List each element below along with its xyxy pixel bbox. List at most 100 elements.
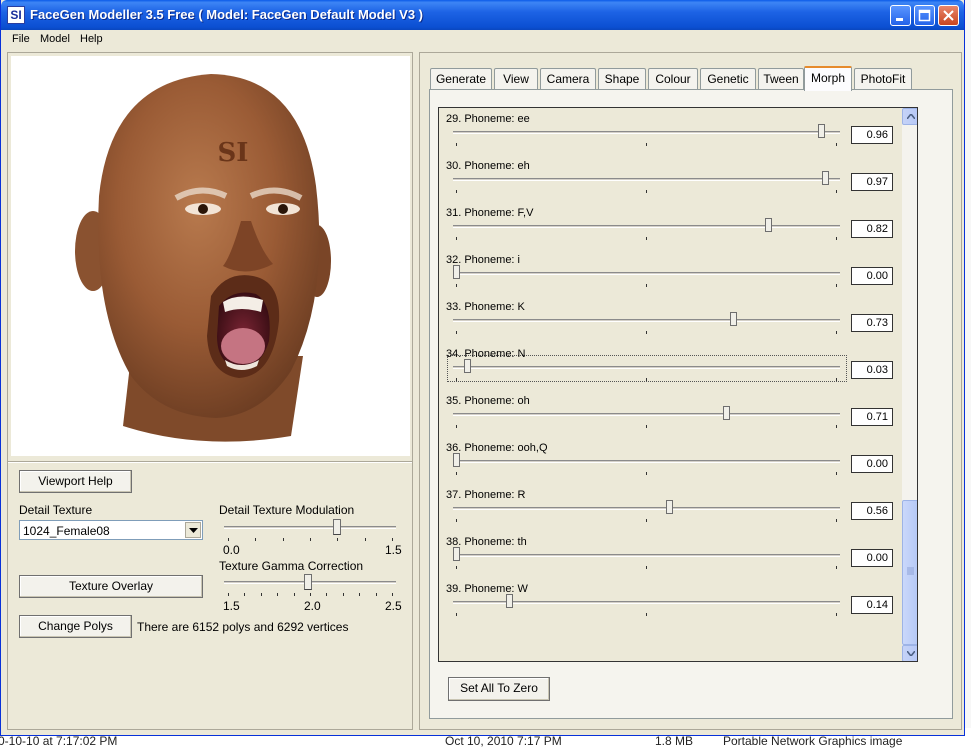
morph-slider-track[interactable] — [453, 178, 840, 181]
morph-label: 35. Phoneme: oh — [446, 395, 530, 407]
morph-slider-track[interactable] — [453, 225, 840, 228]
morph-slider-track[interactable] — [453, 460, 840, 463]
minimize-button[interactable] — [890, 5, 911, 26]
slider-tick — [836, 613, 837, 616]
maximize-button[interactable] — [914, 5, 935, 26]
morph-slider-thumb[interactable] — [453, 265, 460, 279]
minimize-icon — [896, 18, 903, 21]
morph-slider-thumb[interactable] — [730, 312, 738, 326]
panel-separator — [8, 461, 412, 463]
slider-tick — [456, 284, 457, 287]
morph-slider-thumb[interactable] — [464, 359, 472, 373]
tab-view[interactable]: View — [494, 68, 538, 90]
morph-slider-thumb[interactable] — [764, 218, 772, 232]
chevron-up-icon — [907, 114, 915, 119]
app-window: SI FaceGen Modeller 3.5 Free ( Model: Fa… — [0, 0, 965, 736]
morph-row: 35. Phoneme: oh 0.71 — [439, 392, 902, 439]
morph-slider-thumb[interactable] — [665, 500, 673, 514]
tab-generate[interactable]: Generate — [430, 68, 492, 90]
set-all-to-zero-button[interactable]: Set All To Zero — [448, 677, 550, 701]
gamma-min-label: 1.5 — [223, 599, 240, 613]
scroll-down-button[interactable] — [902, 645, 917, 661]
slider-tick — [326, 593, 328, 596]
slider-tick — [255, 538, 257, 541]
slider-tick — [456, 331, 457, 334]
modulation-min-label: 0.0 — [223, 543, 240, 557]
close-icon — [943, 10, 954, 21]
slider-tick — [646, 519, 647, 522]
morph-list-scrollbar[interactable] — [902, 108, 917, 661]
morph-row: 37. Phoneme: R 0.56 — [439, 486, 902, 533]
morph-slider-thumb[interactable] — [453, 547, 460, 561]
viewport-help-button[interactable]: Viewport Help — [19, 470, 132, 493]
morph-slider-track[interactable] — [453, 272, 840, 275]
morph-label: 33. Phoneme: K — [446, 301, 525, 313]
morph-value-field[interactable]: 0.56 — [851, 502, 893, 520]
menu-file[interactable]: File — [12, 33, 30, 45]
morph-value-field[interactable]: 0.00 — [851, 267, 893, 285]
morph-slider-thumb[interactable] — [817, 124, 825, 138]
menu-model[interactable]: Model — [40, 33, 70, 45]
morph-slider-thumb[interactable] — [821, 171, 829, 185]
morph-slider-thumb[interactable] — [453, 453, 460, 467]
morph-value-field[interactable]: 0.14 — [851, 596, 893, 614]
morph-value-field[interactable]: 0.96 — [851, 126, 893, 144]
morph-value-field[interactable]: 0.71 — [851, 408, 893, 426]
morph-slider-track[interactable] — [453, 319, 840, 322]
close-button[interactable] — [938, 5, 959, 26]
morph-slider-track[interactable] — [453, 507, 840, 510]
app-logo-icon[interactable]: SI — [7, 6, 25, 24]
3d-viewport[interactable]: SI — [11, 56, 410, 456]
maximize-icon — [918, 9, 931, 22]
gamma-max-label: 2.5 — [385, 599, 402, 613]
morph-slider-track[interactable] — [453, 366, 840, 369]
tab-morph[interactable]: Morph — [804, 66, 852, 91]
dropdown-arrow-button[interactable] — [185, 522, 201, 538]
morph-value-field[interactable]: 0.97 — [851, 173, 893, 191]
slider-tick — [646, 613, 647, 616]
slider-thumb[interactable] — [304, 574, 313, 590]
tab-shape[interactable]: Shape — [598, 68, 646, 90]
slider-tick — [836, 331, 837, 334]
morph-value-field[interactable]: 0.00 — [851, 455, 893, 473]
tab-camera[interactable]: Camera — [540, 68, 596, 90]
scroll-up-button[interactable] — [902, 108, 917, 125]
tab-colour[interactable]: Colour — [648, 68, 698, 90]
slider-thumb[interactable] — [333, 519, 342, 535]
gamma-slider[interactable] — [224, 567, 396, 603]
morph-value-field[interactable]: 0.03 — [851, 361, 893, 379]
modulation-slider[interactable] — [224, 512, 396, 548]
slider-tick — [342, 593, 344, 596]
tab-tween[interactable]: Tween — [758, 68, 804, 90]
window-title: FaceGen Modeller 3.5 Free ( Model: FaceG… — [30, 7, 423, 22]
title-bar[interactable]: SI FaceGen Modeller 3.5 Free ( Model: Fa… — [1, 0, 964, 30]
morph-value-field[interactable]: 0.82 — [851, 220, 893, 238]
slider-tick — [646, 425, 647, 428]
head-model-render[interactable]: SI — [11, 56, 410, 456]
change-polys-button[interactable]: Change Polys — [19, 615, 132, 638]
slider-tick — [836, 190, 837, 193]
detail-texture-select[interactable]: 1024_Female08 — [19, 520, 203, 540]
morph-slider-track[interactable] — [453, 554, 840, 557]
morph-row: 39. Phoneme: W 0.14 — [439, 580, 902, 627]
morph-slider-track[interactable] — [453, 413, 840, 416]
menu-help[interactable]: Help — [80, 33, 103, 45]
slider-tick — [646, 143, 647, 146]
slider-tick — [646, 378, 647, 381]
morph-value-field[interactable]: 0.00 — [851, 549, 893, 567]
morph-slider-thumb[interactable] — [722, 406, 730, 420]
morph-slider-thumb[interactable] — [506, 594, 514, 608]
tab-genetic[interactable]: Genetic — [700, 68, 756, 90]
texture-overlay-button[interactable]: Texture Overlay — [19, 575, 203, 598]
scroll-thumb[interactable] — [902, 500, 917, 645]
slider-tick — [836, 284, 837, 287]
slider-tick — [646, 237, 647, 240]
detail-texture-value: 1024_Female08 — [23, 524, 110, 538]
morph-slider-track[interactable] — [453, 131, 840, 134]
slider-tick — [646, 566, 647, 569]
morph-row: 34. Phoneme: N 0.03 — [439, 345, 902, 392]
morph-value-field[interactable]: 0.73 — [851, 314, 893, 332]
tab-photofit[interactable]: PhotoFit — [854, 68, 912, 90]
morph-row: 36. Phoneme: ooh,Q 0.00 — [439, 439, 902, 486]
morph-label: 34. Phoneme: N — [446, 348, 526, 360]
